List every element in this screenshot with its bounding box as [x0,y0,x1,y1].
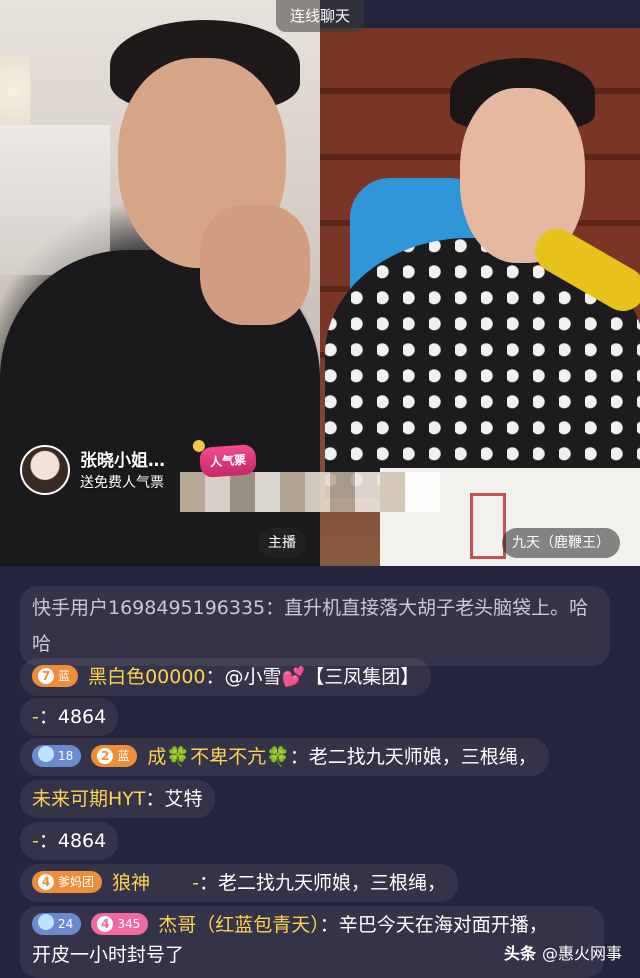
chat-username[interactable]: 未来可期HYT [32,788,146,810]
crown-icon [192,439,206,453]
watermark: 头条 @惠火网事 [504,940,622,964]
chat-message: 7蓝 黑白色00000：@小雪💕【三凤集团】 [20,658,432,696]
clover-icon: 🍀 [266,746,290,768]
video-area: 连线聊天 张晓小姐… 送免费人气票 人气票 主播 九天（鹿鞭王） [0,0,640,566]
chat-username[interactable]: 黑白色00000 [88,666,205,688]
fan-badge: 2蓝 [91,745,138,767]
chat-username[interactable]: 成🍀不卑不亢🍀 [147,746,289,768]
mosaic-overlay [180,472,440,512]
fan-badge: 4 爹妈团 [32,871,103,893]
chat-message: -：4864 [20,822,119,860]
chat-feed[interactable]: 快手用户1698495196335：直升机直接落大胡子老头脑袋上。哈哈 7蓝 黑… [0,566,640,978]
avatar[interactable] [20,445,70,495]
chat-username[interactable]: - [192,872,199,894]
chat-message: 4 爹妈团 狼神 -：老二找九天师娘，三根绳， [20,864,459,902]
chat-message: 快手用户1698495196335：直升机直接落大胡子老头脑袋上。哈哈 [20,586,610,666]
chat-message: -：4864 [20,698,119,736]
fan-badge: 7蓝 [32,665,79,687]
fan-badge: 4 345 [91,913,149,935]
gift-user-name: 张晓小姐… [80,451,165,471]
level-badge: 24 [32,913,82,935]
clover-icon: 🍀 [166,746,191,768]
link-chat-label: 连线聊天 [276,0,364,32]
heart-icon: 💕 [281,666,306,688]
gift-action-text: 送免费人气票 [80,475,164,491]
host-tag[interactable]: 主播 [258,528,306,558]
guest-name-tag[interactable]: 九天（鹿鞭王） [502,528,620,558]
chat-username[interactable]: - [32,830,39,852]
popularity-ticket-badge: 人气票 [192,439,257,478]
chat-username[interactable]: - [32,706,39,728]
diamond-icon [38,914,54,930]
gift-notification[interactable]: 张晓小姐… 送免费人气票 [20,442,200,498]
chat-message: 18 2蓝 成🍀不卑不亢🍀：老二找九天师娘，三根绳， [20,738,549,776]
chat-message: 未来可期HYT：艾特 [20,780,215,818]
account-name: @惠火网事 [541,944,622,963]
diamond-icon [38,746,54,762]
toutiao-logo: 头条 [503,944,536,963]
chat-username[interactable]: 狼神 [112,872,150,894]
level-badge: 18 [32,745,82,767]
chat-username[interactable]: 杰哥（红蓝包青天） [158,914,320,936]
